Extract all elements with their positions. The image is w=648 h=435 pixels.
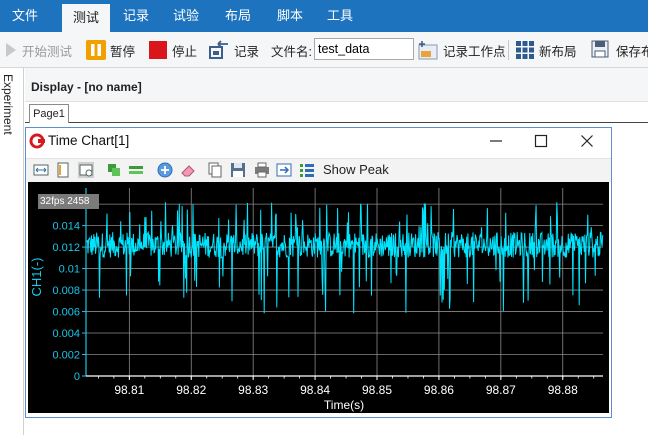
copy-icon[interactable]	[207, 162, 223, 178]
start-test-button[interactable]: 开始测试	[4, 32, 72, 68]
experiment-panel-tab[interactable]: Experiment	[1, 74, 15, 135]
channel-bar-icon[interactable]	[128, 162, 144, 178]
time-chart-plot[interactable]: 98.81 98.82 98.83 98.84 98.85 98.86 98.87 98.88…	[28, 182, 609, 413]
minimize-icon[interactable]	[489, 134, 503, 148]
fit-horizontal-icon[interactable]	[33, 162, 49, 178]
peak-list-icon[interactable]	[299, 162, 315, 178]
record-icon	[209, 40, 228, 59]
menu-file[interactable]: 文件	[0, 0, 50, 32]
stop-button[interactable]: 停止	[148, 32, 197, 68]
pause-button[interactable]: 暂停	[86, 32, 135, 68]
save-layout-icon	[591, 40, 609, 58]
start-test-label: 开始测试	[22, 44, 73, 59]
toolbar-separator	[508, 40, 509, 60]
menu-layout[interactable]: 布局	[216, 0, 260, 32]
y-tick-label: 0.004	[52, 328, 80, 340]
x-tick-label: 98.85	[362, 383, 392, 397]
y-tick-label: 0.012	[52, 242, 80, 254]
y-tick-label: 0.01	[59, 264, 80, 276]
y-tick-label: 0.006	[52, 307, 80, 319]
x-axis-label: Time(s)	[324, 398, 364, 412]
stop-icon	[149, 41, 167, 59]
print-icon[interactable]	[254, 162, 270, 178]
menu-experiment[interactable]: 试验	[164, 0, 208, 32]
record-button[interactable]: 记录	[208, 32, 259, 68]
tab-page1[interactable]: Page1	[29, 104, 69, 123]
grid-layout-icon	[516, 41, 534, 59]
menu-record[interactable]: 记录	[114, 0, 158, 32]
copy-channel-icon[interactable]	[106, 162, 122, 178]
maximize-icon[interactable]	[534, 134, 548, 148]
play-icon	[6, 43, 16, 57]
menu-test[interactable]: 测试	[62, 4, 110, 32]
y-tick-label: 0	[74, 371, 80, 383]
pause-label: 暂停	[110, 44, 136, 59]
page-tab-line	[25, 122, 648, 123]
save-layout-button[interactable]: 保存布	[590, 32, 648, 68]
y-tick-label: 0.014	[52, 221, 80, 233]
pause-icon	[86, 40, 106, 60]
ch1-trace-line	[85, 202, 604, 314]
x-tick-label: 98.84	[300, 383, 330, 397]
x-tick-label: 98.81	[114, 383, 144, 397]
new-layout-label: 新布局	[539, 44, 577, 59]
display-title: Display - [no name]	[31, 80, 142, 94]
record-workpoint-button[interactable]: 记录工作点	[417, 32, 506, 68]
scroll-mode-icon[interactable]	[78, 162, 94, 178]
time-chart-title: Time Chart[1]	[48, 133, 130, 148]
filename-input[interactable]	[314, 38, 414, 60]
chart-grid	[86, 188, 603, 377]
workpoint-icon	[418, 41, 438, 60]
new-layout-button[interactable]: 新布局	[515, 32, 577, 68]
menu-bar: 文件 测试 记录 试验 布局 脚本 工具	[0, 0, 648, 32]
app-logo-icon	[29, 133, 45, 149]
x-tick-label: 98.83	[238, 383, 268, 397]
fps-overlay: 32fps 2458	[38, 194, 99, 209]
y-axis-label: CH1(-)	[29, 258, 44, 297]
save-icon[interactable]	[230, 162, 246, 178]
filename-label: 文件名:	[271, 44, 312, 59]
close-icon[interactable]	[580, 134, 594, 148]
eraser-icon[interactable]	[180, 162, 196, 178]
save-layout-label: 保存布	[616, 44, 648, 59]
ch1-trace	[85, 202, 604, 314]
export-icon[interactable]	[276, 162, 292, 178]
chart-axes: 98.81 98.82 98.83 98.84 98.85 98.86 98.87 98.88…	[52, 188, 603, 397]
y-tick-label: 0.002	[52, 350, 80, 362]
x-tick-label: 98.87	[486, 383, 516, 397]
record-workpoint-label: 记录工作点	[443, 44, 506, 59]
menu-script[interactable]: 脚本	[268, 0, 312, 32]
record-label: 记录	[234, 44, 260, 59]
x-tick-label: 98.82	[176, 383, 206, 397]
x-tick-label: 98.88	[548, 383, 578, 397]
show-peak-button[interactable]: Show Peak	[323, 162, 389, 177]
y-tick-label: 0.008	[52, 285, 80, 297]
fit-vertical-icon[interactable]	[55, 162, 71, 178]
x-tick-label: 98.86	[424, 383, 454, 397]
zoom-in-icon[interactable]	[157, 162, 173, 178]
stop-label: 停止	[172, 44, 198, 59]
menu-tools[interactable]: 工具	[318, 0, 362, 32]
